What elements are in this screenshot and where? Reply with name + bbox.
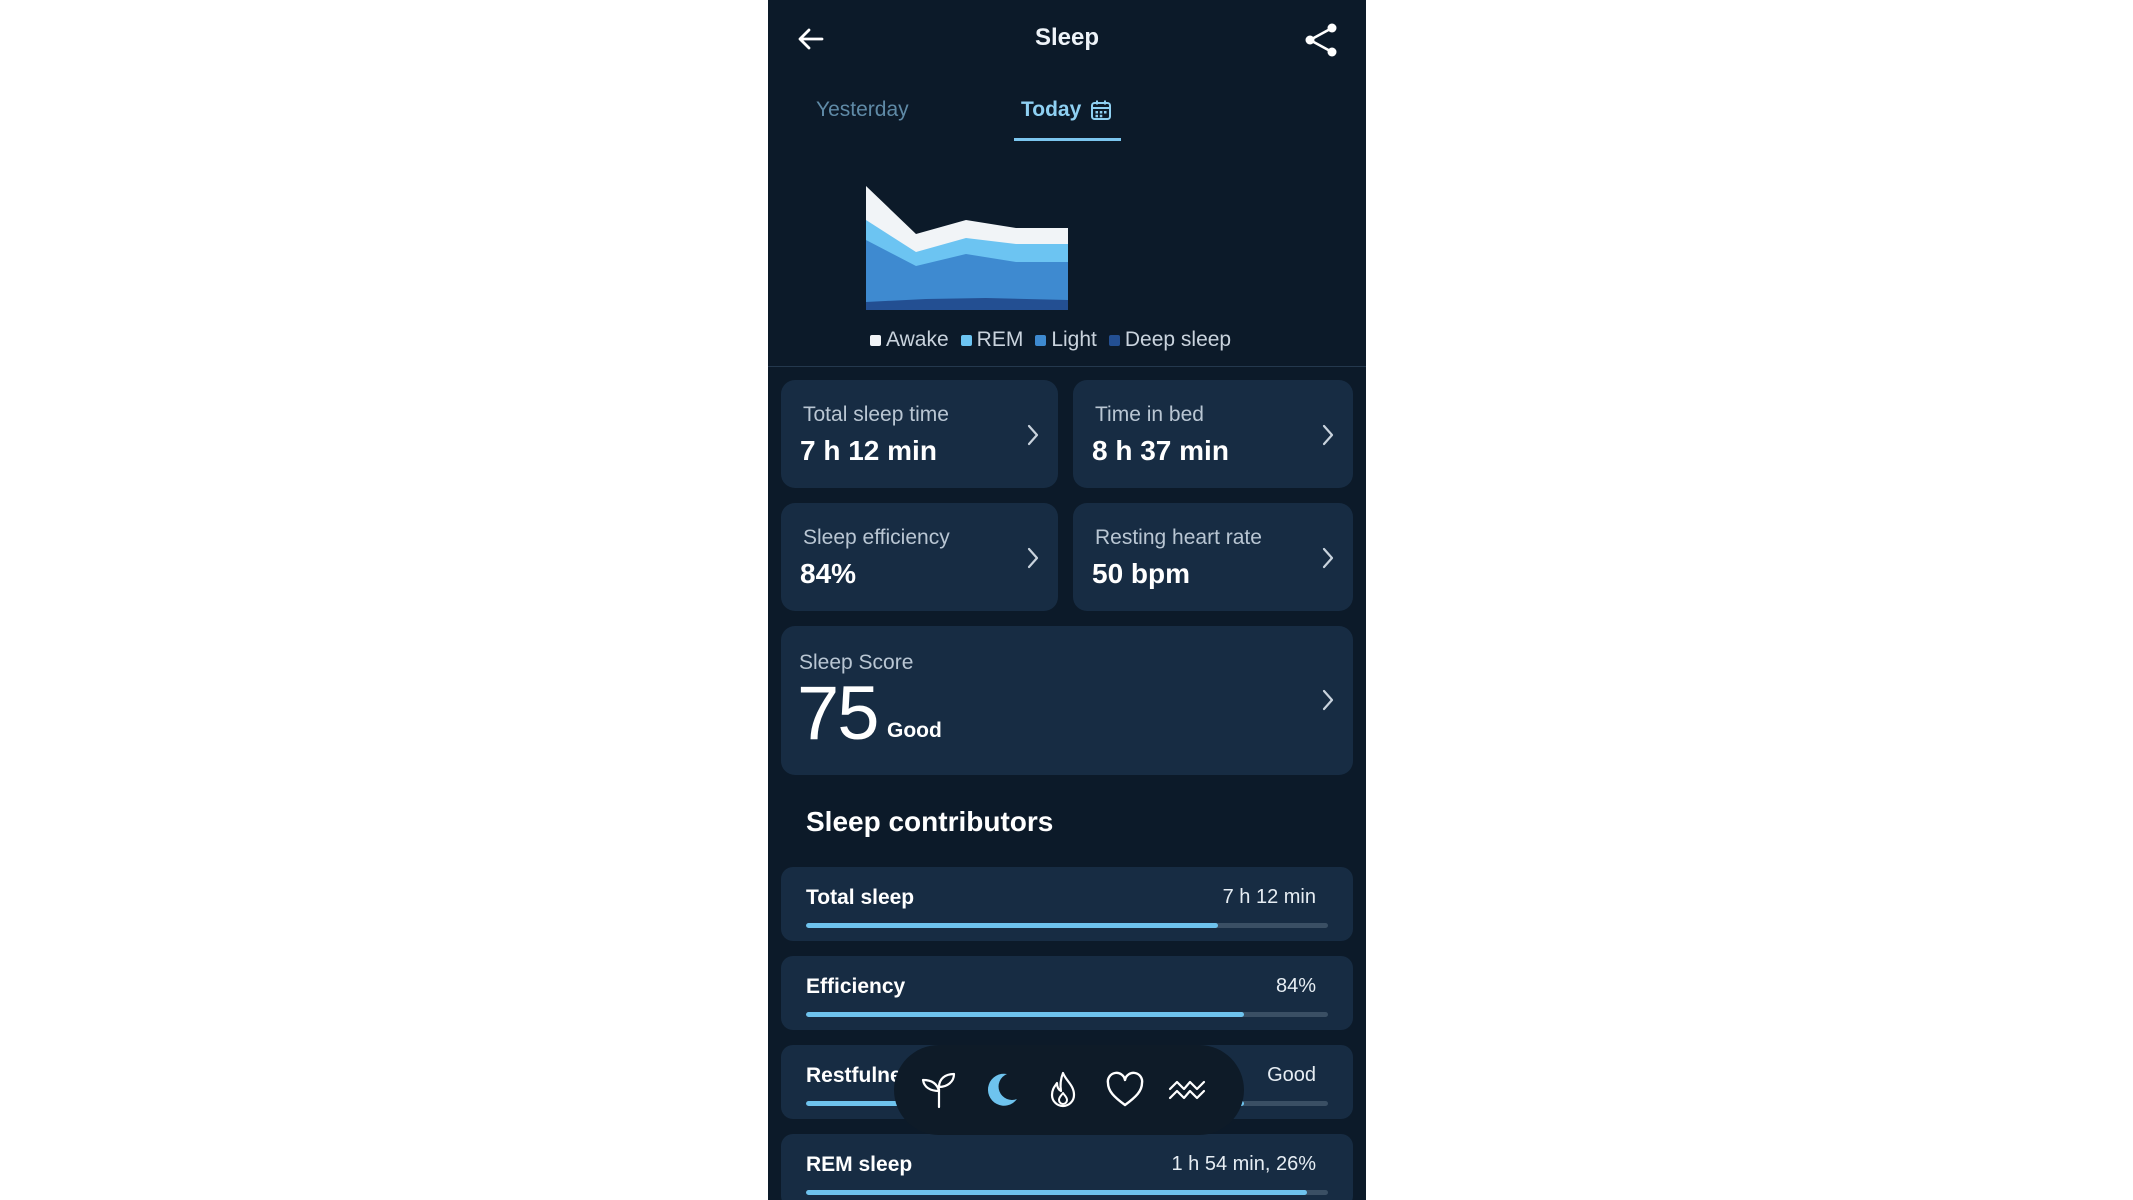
legend-label-awake: Awake (886, 328, 949, 351)
progress-fill (806, 1190, 1308, 1195)
contributor-efficiency[interactable]: Efficiency 84% (781, 956, 1353, 1030)
top-bar: Sleep (768, 0, 1366, 80)
tab-yesterday[interactable]: Yesterday (816, 98, 909, 122)
legend-rem: REM (960, 328, 1024, 352)
card-value: 84% (800, 558, 857, 589)
contributor-name: Total sleep (806, 886, 915, 909)
contributor-value: 7 h 12 min (1222, 886, 1316, 908)
moon-icon[interactable] (980, 1069, 1022, 1111)
card-value: 7 h 12 min (800, 435, 937, 466)
chevron-right-icon (1322, 547, 1334, 569)
contributor-value: 1 h 54 min, 26% (1171, 1153, 1316, 1175)
contributor-total-sleep[interactable]: Total sleep 7 h 12 min (781, 867, 1353, 941)
contributor-rem-sleep[interactable]: REM sleep 1 h 54 min, 26% (781, 1134, 1353, 1200)
card-sleep-efficiency[interactable]: Sleep efficiency 84% (781, 503, 1058, 611)
calendar-icon[interactable] (1090, 99, 1112, 121)
legend-label-deep: Deep sleep (1124, 328, 1232, 351)
score-grade: Good (887, 719, 942, 742)
card-total-sleep-time[interactable]: Total sleep time 7 h 12 min (781, 380, 1058, 488)
phone-screen: Sleep Yesterday Today Awake REM Light De… (768, 0, 1366, 1200)
score-value: 75 (797, 671, 880, 756)
legend-swatch-deep (1108, 334, 1120, 346)
sprout-icon[interactable] (918, 1069, 960, 1111)
chevron-right-icon (1322, 689, 1334, 711)
legend-swatch-light (1035, 334, 1047, 346)
waves-icon[interactable] (1166, 1069, 1208, 1111)
contributor-value: 84% (1275, 975, 1316, 997)
legend-deep: Deep sleep (1108, 328, 1232, 352)
card-label: Time in bed (1095, 403, 1204, 426)
progress-track (806, 1190, 1328, 1195)
divider (768, 366, 1366, 367)
card-resting-heart-rate[interactable]: Resting heart rate 50 bpm (1073, 503, 1353, 611)
chart-legend: Awake REM Light Deep sleep (870, 328, 1231, 352)
bottom-nav-bar (894, 1045, 1244, 1135)
tab-active-indicator (1014, 138, 1121, 141)
legend-light: Light (1035, 328, 1097, 352)
flame-icon[interactable] (1042, 1069, 1084, 1111)
sleep-stages-chart (866, 186, 1068, 310)
legend-swatch-awake (870, 334, 881, 346)
heart-icon[interactable] (1104, 1069, 1146, 1111)
progress-fill (806, 1012, 1245, 1017)
page-title: Sleep (1034, 24, 1100, 51)
contributor-value: Good (1267, 1064, 1316, 1086)
progress-track (806, 923, 1328, 928)
card-label: Resting heart rate (1095, 526, 1262, 549)
chevron-right-icon (1027, 547, 1039, 569)
chevron-right-icon (1322, 424, 1334, 446)
card-sleep-score[interactable]: Sleep Score 75 Good (781, 626, 1353, 775)
legend-swatch-rem (960, 334, 972, 346)
card-label: Sleep efficiency (803, 526, 950, 549)
progress-track (806, 1012, 1328, 1017)
card-time-in-bed[interactable]: Time in bed 8 h 37 min (1073, 380, 1353, 488)
legend-awake: Awake (870, 328, 949, 352)
share-icon[interactable] (1302, 20, 1342, 60)
chevron-right-icon (1027, 424, 1039, 446)
progress-fill (806, 923, 1219, 928)
contributor-name: REM sleep (806, 1153, 913, 1176)
legend-label-light: Light (1051, 328, 1097, 351)
card-label: Total sleep time (803, 403, 949, 426)
legend-label-rem: REM (976, 328, 1024, 351)
card-value: 50 bpm (1092, 558, 1191, 589)
tab-today[interactable]: Today (1021, 98, 1081, 134)
contributor-name: Efficiency (806, 975, 906, 998)
card-value: 8 h 37 min (1092, 435, 1229, 466)
section-title-contributors: Sleep contributors (806, 806, 1054, 837)
